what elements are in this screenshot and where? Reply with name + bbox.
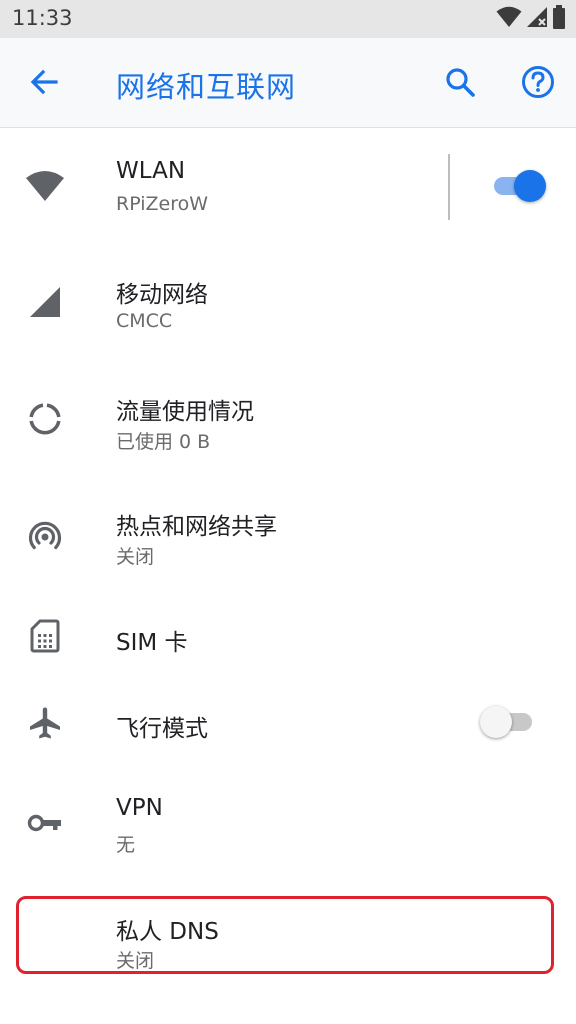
- status-icons: [496, 5, 566, 33]
- settings-item-label: 移动网络: [116, 282, 208, 308]
- settings-item-wlan[interactable]: WLAN RPiZeroW: [0, 128, 576, 245]
- settings-item-label: 飞行模式: [116, 716, 208, 742]
- data-usage-icon: [20, 394, 70, 444]
- help-icon: [521, 65, 555, 103]
- settings-item-summary: CMCC: [116, 310, 173, 332]
- divider: [448, 154, 450, 220]
- signal-icon: [526, 6, 548, 32]
- hotspot-icon: [20, 511, 70, 561]
- toggle-thumb: [480, 706, 512, 738]
- status-bar: 11:33: [0, 0, 576, 38]
- page-title: 网络和互联网: [116, 70, 297, 104]
- cellular-icon: [20, 277, 70, 327]
- vpn-key-icon: [20, 798, 70, 848]
- search-icon: [444, 66, 476, 102]
- airplane-icon: [20, 698, 70, 748]
- app-bar: 网络和互联网: [0, 38, 576, 128]
- settings-item-label: VPN: [116, 795, 163, 821]
- settings-item-summary: RPiZeroW: [116, 193, 209, 215]
- settings-item-label: WLAN: [116, 158, 186, 184]
- status-time: 11:33: [12, 6, 73, 30]
- settings-item-mobile-network[interactable]: 移动网络 CMCC: [0, 245, 576, 362]
- wifi-icon: [496, 6, 522, 32]
- settings-item-data-usage[interactable]: 流量使用情况 已使用 0 B: [0, 362, 576, 479]
- settings-item-label: 流量使用情况: [116, 399, 254, 425]
- search-button[interactable]: [436, 60, 484, 108]
- wlan-toggle[interactable]: [486, 166, 546, 206]
- back-button[interactable]: [20, 60, 68, 108]
- settings-item-vpn[interactable]: VPN 无: [0, 767, 576, 882]
- help-button[interactable]: [514, 60, 562, 108]
- settings-item-label: 热点和网络共享: [116, 514, 277, 540]
- settings-item-hotspot[interactable]: 热点和网络共享 关闭: [0, 479, 576, 593]
- wifi-icon: [20, 161, 70, 211]
- sim-card-icon: [20, 611, 70, 661]
- settings-item-sim-card[interactable]: SIM 卡: [0, 593, 576, 679]
- highlight-box: [16, 896, 554, 974]
- toggle-thumb: [514, 170, 546, 202]
- settings-item-summary: 已使用 0 B: [116, 431, 211, 453]
- battery-icon: [552, 5, 566, 33]
- settings-item-summary: 无: [116, 834, 136, 856]
- settings-item-label: SIM 卡: [116, 630, 188, 656]
- settings-item-summary: 关闭: [116, 546, 155, 568]
- back-arrow-icon: [29, 67, 59, 101]
- settings-item-airplane-mode[interactable]: 飞行模式: [0, 679, 576, 767]
- airplane-mode-toggle[interactable]: [480, 702, 540, 742]
